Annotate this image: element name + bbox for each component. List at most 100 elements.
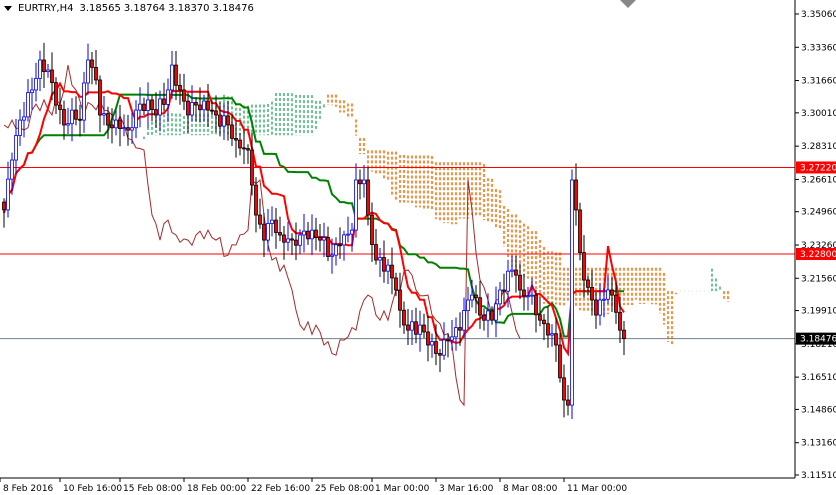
- bear-candle-body: [258, 214, 262, 225]
- bear-candle-body: [50, 69, 54, 84]
- bear-candle-body: [198, 104, 202, 111]
- bull-candle-body: [350, 229, 354, 235]
- bull-candle-body: [510, 269, 514, 272]
- bear-candle-body: [234, 137, 238, 141]
- price-tick-label: 3.33360: [801, 43, 836, 53]
- bull-candle-body: [102, 113, 106, 116]
- bull-candle-body: [18, 119, 22, 136]
- bull-candle-body: [462, 310, 466, 331]
- price-tick-label: 3.24960: [801, 208, 836, 218]
- bear-candle-body: [290, 238, 294, 241]
- bull-candle-body: [378, 257, 382, 261]
- price-tick-label: 3.30010: [801, 109, 836, 119]
- bull-candle-body: [10, 159, 14, 180]
- time-tick-label: 8 Mar 08:00: [503, 484, 558, 494]
- bull-candle-body: [442, 339, 446, 356]
- ichimoku-cloud: [143, 93, 729, 346]
- bull-candle-body: [302, 230, 306, 236]
- bear-candle-body: [394, 277, 398, 291]
- chart-title: EURTRY,H4 3.18565 3.18764 3.18370 3.1847…: [4, 3, 254, 14]
- bear-candle-body: [366, 179, 370, 216]
- bull-candle-body: [6, 178, 10, 211]
- bull-candle-body: [310, 229, 314, 240]
- bear-candle-body: [74, 109, 78, 120]
- bear-candle-body: [154, 109, 158, 116]
- bull-candle-body: [550, 333, 554, 336]
- axes: 3.35060 3.33360 3.31660 3.30010 3.28310 3.266…: [0, 0, 836, 494]
- bear-candle-body: [58, 104, 62, 110]
- time-tick-label: 1 Mar 00:00: [375, 484, 430, 494]
- bear-candle-body: [306, 230, 310, 240]
- bear-candle-body: [514, 269, 518, 276]
- bear-candle-body: [574, 179, 578, 211]
- bull-candle-body: [158, 98, 162, 116]
- bear-candle-body: [62, 109, 66, 126]
- bear-candle-body: [338, 244, 342, 247]
- bear-candle-body: [150, 99, 154, 111]
- bull-candle-body: [322, 237, 326, 241]
- bear-candle-body: [250, 149, 254, 186]
- bear-candle-body: [558, 344, 562, 379]
- bear-candle-body: [54, 82, 58, 106]
- high-value: 3.18764: [123, 3, 166, 14]
- bear-candle-body: [254, 184, 258, 216]
- bear-candle-body: [186, 100, 190, 116]
- bull-candle-body: [430, 341, 434, 346]
- bear-candle-body: [546, 323, 550, 336]
- bull-candle-body: [606, 289, 610, 300]
- bull-candle-body: [498, 289, 502, 305]
- bull-candle-body: [526, 295, 530, 298]
- bull-candle-body: [26, 92, 30, 118]
- bear-candle-body: [94, 67, 98, 81]
- bull-candle-body: [130, 127, 134, 131]
- bear-candle-body: [586, 279, 590, 288]
- open-value: 3.18565: [79, 3, 121, 14]
- bull-candle-body: [530, 294, 534, 297]
- close-value: 3.18476: [212, 3, 254, 14]
- time-tick-label: 11 Mar 00:00: [567, 484, 627, 494]
- bear-candle-body: [438, 353, 442, 356]
- bear-candle-body: [118, 119, 122, 130]
- price-tick-label: 3.14860: [801, 405, 836, 415]
- price-line-label: 3.22800: [800, 250, 836, 260]
- low-value: 3.18370: [168, 3, 210, 14]
- bull-candle-body: [266, 223, 270, 241]
- bull-candle-body: [486, 310, 490, 321]
- bull-candle-body: [138, 103, 142, 111]
- bull-candle-body: [146, 99, 150, 111]
- bull-candle-body: [70, 109, 74, 125]
- bull-candle-body: [122, 127, 126, 130]
- dropdown-triangle-icon[interactable]: [4, 6, 12, 11]
- bull-candle-body: [354, 179, 358, 231]
- bull-candle-body: [494, 303, 498, 321]
- bull-candle-body: [114, 119, 118, 129]
- bear-candle-body: [402, 309, 406, 326]
- bear-candle-body: [542, 319, 546, 325]
- price-tick-label: 3.31660: [801, 77, 836, 87]
- bear-candle-body: [178, 84, 182, 91]
- horizontal-lines: [0, 166, 795, 340]
- bear-candle-body: [458, 327, 462, 331]
- bear-candle-body: [230, 124, 234, 139]
- bear-candle-body: [434, 341, 438, 354]
- bear-candle-body: [274, 219, 278, 233]
- bear-candle-body: [318, 237, 322, 241]
- bear-candle-body: [42, 59, 46, 73]
- bear-candle-body: [382, 257, 386, 272]
- bear-candle-body: [622, 329, 626, 340]
- bull-candle-body: [86, 59, 90, 84]
- bull-candle-body: [286, 238, 290, 243]
- kijun-sen-line: [3, 93, 624, 338]
- bull-candle-body: [410, 321, 414, 331]
- bear-candle-body: [226, 115, 230, 126]
- bull-candle-body: [14, 135, 18, 161]
- bear-candle-body: [110, 124, 114, 129]
- price-chart[interactable]: 3.35060 3.33360 3.31660 3.30010 3.28310 3.266…: [0, 0, 836, 495]
- bear-candle-body: [426, 331, 430, 346]
- bull-candle-body: [454, 327, 458, 338]
- bear-candle-body: [478, 297, 482, 316]
- bull-candle-body: [362, 179, 366, 185]
- bear-candle-body: [278, 232, 282, 236]
- bear-candle-body: [390, 264, 394, 279]
- bear-candle-body: [210, 109, 214, 112]
